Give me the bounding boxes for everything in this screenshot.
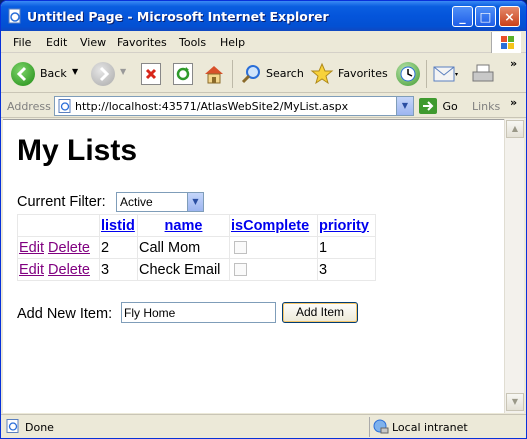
toolbar: Back ▼ ▼ Search Favorites » (1, 54, 526, 93)
favorites-button[interactable]: Favorites (338, 67, 388, 80)
delete-link[interactable]: Delete (48, 262, 90, 278)
window-title: Untitled Page - Microsoft Internet Explo… (27, 9, 329, 24)
vertical-scrollbar[interactable]: ▲ ▼ (504, 119, 524, 413)
back-arrow-icon[interactable] (11, 62, 35, 86)
search-button[interactable]: Search (266, 67, 304, 80)
priority-cell: 1 (317, 236, 376, 259)
scroll-up-icon[interactable]: ▲ (506, 120, 524, 138)
stop-icon[interactable] (141, 63, 161, 85)
listid-cell: 2 (99, 236, 138, 259)
actions-header (17, 214, 100, 237)
maximize-button[interactable]: □ (475, 6, 496, 27)
menu-favorites[interactable]: Favorites (117, 36, 167, 49)
add-item-button[interactable]: Add Item (282, 302, 358, 323)
go-label: Go (442, 99, 458, 113)
home-icon[interactable] (202, 62, 226, 86)
filter-value: Active (120, 195, 153, 209)
intranet-icon (373, 419, 389, 434)
forward-arrow-icon[interactable] (91, 62, 115, 86)
address-label: Address (7, 100, 51, 113)
table-row: Edit Delete 2 Call Mom 1 (17, 236, 376, 259)
address-input[interactable]: http://localhost:43571/AtlasWebSite2/MyL… (54, 96, 414, 116)
search-icon[interactable] (239, 62, 263, 86)
edit-link[interactable]: Edit (19, 240, 44, 256)
list-table: listid name isComplete priority Edit Del… (17, 214, 376, 281)
listid-cell: 3 (99, 258, 138, 281)
address-bar: Address http://localhost:43571/AtlasWebS… (1, 94, 526, 118)
minimize-button[interactable]: _ (452, 6, 473, 27)
menu-tools[interactable]: Tools (179, 36, 206, 49)
status-text: Done (25, 421, 54, 434)
edit-link[interactable]: Edit (19, 262, 44, 278)
menu-view[interactable]: View (80, 36, 106, 49)
page-status-icon (6, 419, 19, 433)
ie-page-icon (8, 8, 21, 24)
mail-icon[interactable] (433, 64, 459, 84)
table-header-row: listid name isComplete priority (17, 214, 376, 237)
back-dropdown-icon[interactable]: ▼ (72, 67, 78, 76)
iscomplete-checkbox (234, 263, 247, 277)
iscomplete-checkbox (234, 241, 247, 255)
name-cell: Check Email (137, 258, 230, 281)
refresh-icon[interactable] (173, 63, 193, 85)
menu-help[interactable]: Help (220, 36, 245, 49)
status-bar: Done Local intranet (1, 414, 526, 438)
history-icon[interactable] (396, 62, 420, 86)
page-content: My Lists Current Filter: Active ▼ listid… (3, 119, 504, 413)
favorites-star-icon[interactable] (310, 62, 334, 86)
go-arrow-icon (419, 98, 437, 114)
menu-file[interactable]: File (13, 36, 31, 49)
close-button[interactable]: × (499, 6, 520, 27)
print-icon[interactable] (471, 63, 497, 85)
sort-priority-link[interactable]: priority (319, 218, 369, 234)
forward-dropdown-icon[interactable]: ▼ (120, 67, 126, 76)
scroll-down-icon[interactable]: ▼ (506, 393, 524, 411)
table-row: Edit Delete 3 Check Email 3 (17, 258, 376, 281)
sort-iscomplete-link[interactable]: isComplete (231, 218, 309, 234)
toolbar-separator (426, 60, 427, 88)
windows-logo-icon (491, 32, 521, 53)
page-icon (58, 99, 71, 113)
page-title: My Lists (17, 134, 138, 167)
toolbar-separator (232, 60, 233, 88)
address-dropdown-icon[interactable]: ▼ (396, 97, 413, 115)
chevron-down-icon[interactable]: ▼ (187, 193, 203, 211)
sort-name-link[interactable]: name (165, 218, 203, 234)
security-zone[interactable]: Local intranet (369, 417, 524, 437)
delete-link[interactable]: Delete (48, 240, 90, 256)
browser-window: Untitled Page - Microsoft Internet Explo… (0, 0, 527, 439)
toolbar-overflow-icon[interactable]: » (510, 57, 517, 70)
name-cell: Call Mom (137, 236, 230, 259)
menu-edit[interactable]: Edit (46, 36, 67, 49)
menu-bar: File Edit View Favorites Tools Help (1, 31, 526, 53)
title-bar[interactable]: Untitled Page - Microsoft Internet Explo… (1, 1, 526, 31)
filter-label: Current Filter: (17, 194, 106, 210)
add-item-input[interactable]: Fly Home (121, 302, 276, 323)
sort-listid-link[interactable]: listid (101, 218, 135, 234)
links-label[interactable]: Links (472, 100, 500, 113)
links-overflow-icon[interactable]: » (510, 96, 517, 109)
address-url: http://localhost:43571/AtlasWebSite2/MyL… (75, 100, 349, 113)
zone-label: Local intranet (392, 421, 468, 434)
priority-cell: 3 (317, 258, 376, 281)
add-item-label: Add New Item: (17, 306, 113, 322)
filter-select[interactable]: Active ▼ (116, 192, 204, 212)
back-button[interactable]: Back (40, 67, 67, 80)
go-button[interactable]: Go (419, 98, 458, 114)
